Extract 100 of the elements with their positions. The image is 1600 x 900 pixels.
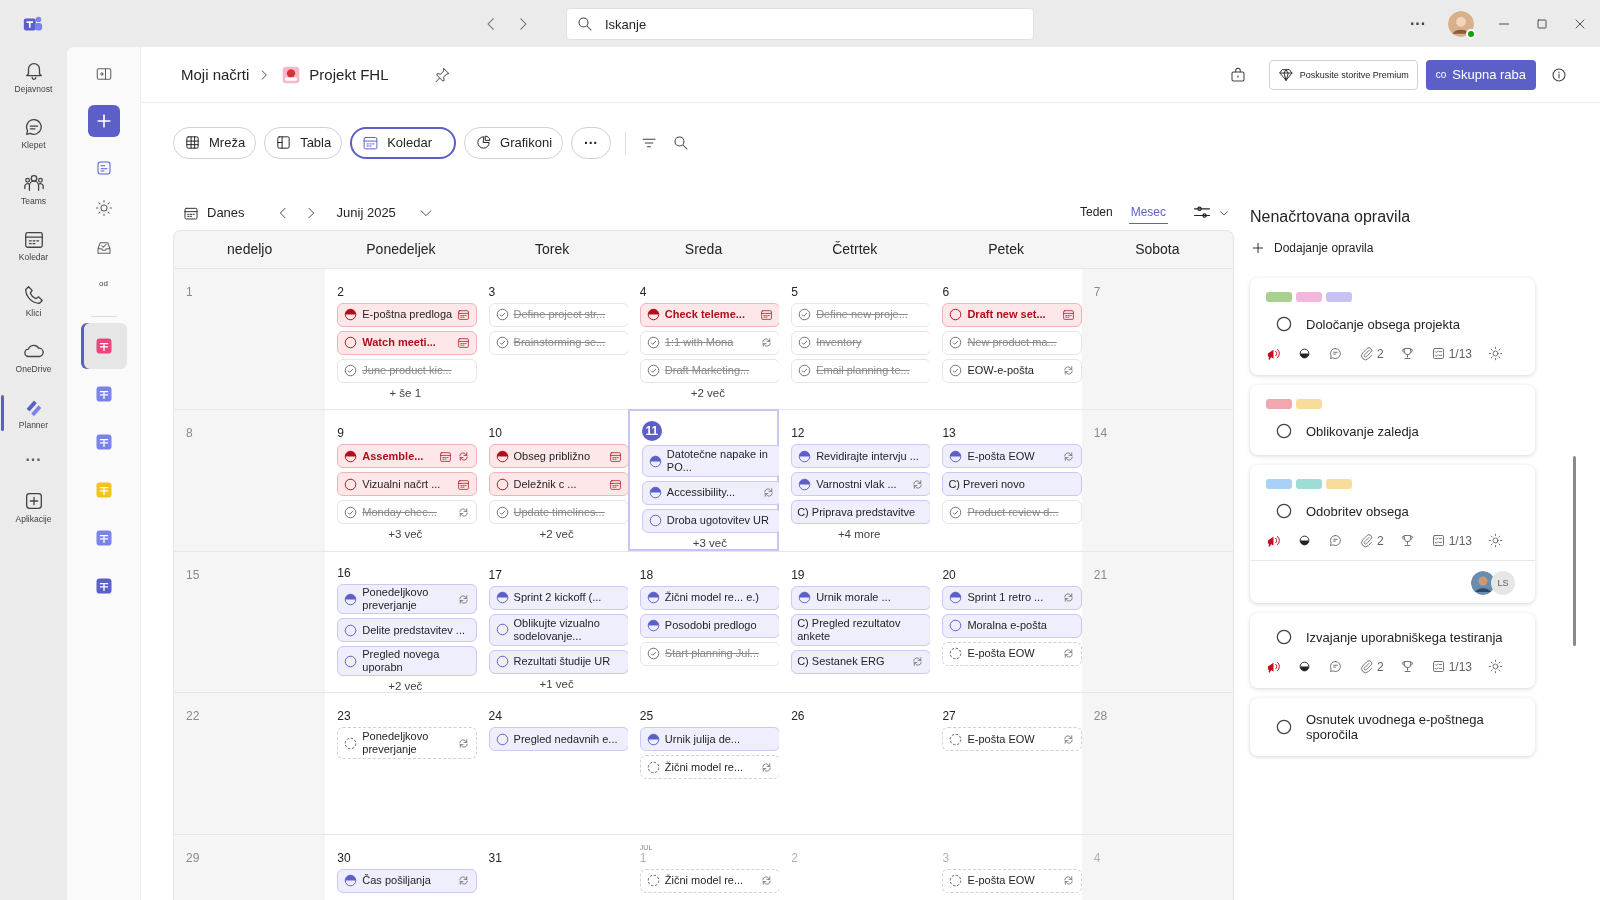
circle-icon[interactable] [495, 623, 509, 637]
task-chip[interactable]: Start planning Jul... [639, 641, 780, 666]
circle-icon[interactable] [648, 514, 662, 528]
rail-item[interactable]: Klici [2, 277, 65, 325]
task-chip[interactable]: Datotečne napake in PO... [641, 445, 782, 477]
new-plan-button[interactable] [87, 105, 120, 137]
rail-item[interactable]: OneDrive [2, 333, 65, 381]
task-chip[interactable]: Žični model re... e.) [639, 585, 780, 610]
half-circle-icon[interactable] [344, 874, 358, 888]
half-circle-icon[interactable] [648, 454, 662, 468]
sun-icon[interactable] [94, 199, 113, 217]
checkbox-circle-icon[interactable] [1274, 627, 1294, 647]
task-chip[interactable]: Watch meeti... [337, 330, 478, 355]
task-chip[interactable]: Product review d... [942, 500, 1083, 525]
task-chip[interactable]: Draft Marketing... [639, 358, 780, 383]
more-tasks-link[interactable]: +1 več [488, 677, 625, 690]
task-chip[interactable]: EOW-e-pošta [942, 358, 1083, 383]
task-chip[interactable]: Varnostni vlak ... [791, 472, 932, 497]
task-chip[interactable]: Draft new set... [942, 302, 1083, 327]
view-tab[interactable]: Mreža [173, 126, 257, 159]
view-tab[interactable]: Grafikoni [464, 126, 564, 159]
half-circle-icon[interactable] [949, 449, 963, 463]
plan-item[interactable] [80, 323, 127, 369]
task-chip[interactable]: C) Preveri novo [942, 472, 1083, 497]
task-chip[interactable]: C) Priprava predstavitve [791, 500, 932, 525]
task-chip[interactable]: Rezultati študije UR [488, 649, 629, 674]
task-chip[interactable]: Sprint 2 kickoff (... [488, 585, 629, 610]
rail-item[interactable]: Koledar [2, 221, 65, 269]
more-tasks-link[interactable]: +3 več [641, 536, 778, 549]
check-circle-icon[interactable] [495, 505, 509, 519]
check-circle-icon[interactable] [646, 647, 660, 661]
half-circle-icon[interactable] [495, 591, 509, 605]
check-circle-icon[interactable] [495, 308, 509, 322]
dashed-circle-icon[interactable] [646, 874, 660, 888]
inbox-icon[interactable] [94, 239, 113, 257]
user-avatar[interactable] [1448, 10, 1474, 37]
more-tasks-link[interactable]: +2 več [639, 386, 776, 399]
task-chip[interactable]: Assemble... [337, 444, 478, 469]
task-chip[interactable]: Deležnik c ... [488, 472, 629, 497]
task-chip[interactable]: Sprint 1 retro ... [942, 585, 1083, 610]
task-card[interactable]: Določanje obsega projekta 2 1/13 [1250, 278, 1535, 375]
task-chip[interactable]: Žični model re... [639, 755, 780, 780]
view-mode-tab[interactable]: Mesec [1128, 201, 1168, 225]
task-chip[interactable]: Obseg približno [488, 444, 629, 469]
half-circle-icon[interactable] [646, 308, 660, 322]
checkbox-circle-icon[interactable] [1274, 421, 1294, 441]
more-tasks-link[interactable]: +3 več [337, 528, 474, 541]
circle-icon[interactable] [344, 623, 358, 637]
task-card[interactable]: Oblikovanje zaledja [1250, 385, 1535, 455]
scrollbar[interactable] [1573, 456, 1576, 646]
info-icon[interactable] [1550, 65, 1568, 84]
rail-item[interactable]: Planner [2, 389, 65, 437]
sidebar-toggle-icon[interactable] [94, 65, 113, 83]
dashed-circle-icon[interactable] [949, 732, 963, 746]
task-chip[interactable]: 1:1 with Mona [639, 330, 780, 355]
circle-icon[interactable] [495, 477, 509, 491]
circle-icon[interactable] [344, 654, 358, 668]
task-chip[interactable]: Ponedeljkovo preverjanje [337, 727, 478, 760]
search-field[interactable]: Iskanje [566, 8, 1034, 40]
task-chip[interactable]: E-pošta EOW [942, 444, 1083, 469]
task-chip[interactable]: E-poštna predloga [337, 302, 478, 327]
task-chip[interactable]: Revidirajte intervju ... [791, 444, 932, 469]
rail-item[interactable]: Dejavnost [2, 53, 65, 101]
assignee-avatar[interactable] [1471, 571, 1495, 595]
half-circle-icon[interactable] [648, 486, 662, 500]
task-chip[interactable]: Update timelines... [488, 500, 629, 525]
task-chip[interactable]: June product kic... [337, 358, 478, 383]
more-views-button[interactable]: ··· [571, 126, 612, 159]
dashed-circle-icon[interactable] [949, 647, 963, 661]
task-chip[interactable]: Brainstorming se... [488, 330, 629, 355]
task-card[interactable]: Osnutek uvodnega e-poštnega sporočila [1250, 698, 1535, 756]
more-tasks-link[interactable]: +2 več [337, 680, 474, 693]
more-tasks-link[interactable]: + še 1 [337, 386, 474, 399]
half-circle-icon[interactable] [798, 477, 812, 491]
task-chip[interactable]: E-pošta EOW [942, 868, 1083, 893]
task-chip[interactable]: C) Pregled rezultatov ankete [791, 613, 932, 646]
task-chip[interactable]: Define project str... [488, 302, 629, 327]
bag-icon[interactable] [1228, 65, 1247, 84]
task-chip[interactable]: Email planning te... [791, 358, 932, 383]
rail-item[interactable]: Klepet [2, 109, 65, 157]
rail-item[interactable]: Aplikacije [2, 483, 65, 531]
task-chip[interactable]: New product ma... [942, 330, 1083, 355]
dashed-circle-icon[interactable] [949, 874, 963, 888]
share-button[interactable]: co Skupna raba [1425, 59, 1536, 90]
circle-icon[interactable] [344, 336, 358, 350]
checkbox-circle-icon[interactable] [1274, 314, 1294, 334]
task-chip[interactable]: Define new proje... [791, 302, 932, 327]
task-chip[interactable]: E-pošta EOW [942, 727, 1083, 752]
board-icon[interactable] [94, 159, 113, 177]
task-chip[interactable]: Pregled nedavnih e... [488, 727, 629, 752]
task-chip[interactable]: Moralna e-pošta [942, 613, 1083, 638]
task-card[interactable]: Odobritev obsega 2 1/13 LS [1250, 465, 1535, 603]
dashed-circle-icon[interactable] [344, 736, 358, 750]
task-chip[interactable]: Check teleme... [639, 302, 780, 327]
task-chip[interactable]: Droba ugotovitev UR [641, 508, 782, 533]
check-circle-icon[interactable] [646, 364, 660, 378]
circle-icon[interactable] [949, 308, 963, 322]
half-circle-icon[interactable] [798, 449, 812, 463]
view-tab[interactable]: Koledar [350, 126, 456, 159]
check-circle-icon[interactable] [798, 336, 812, 350]
